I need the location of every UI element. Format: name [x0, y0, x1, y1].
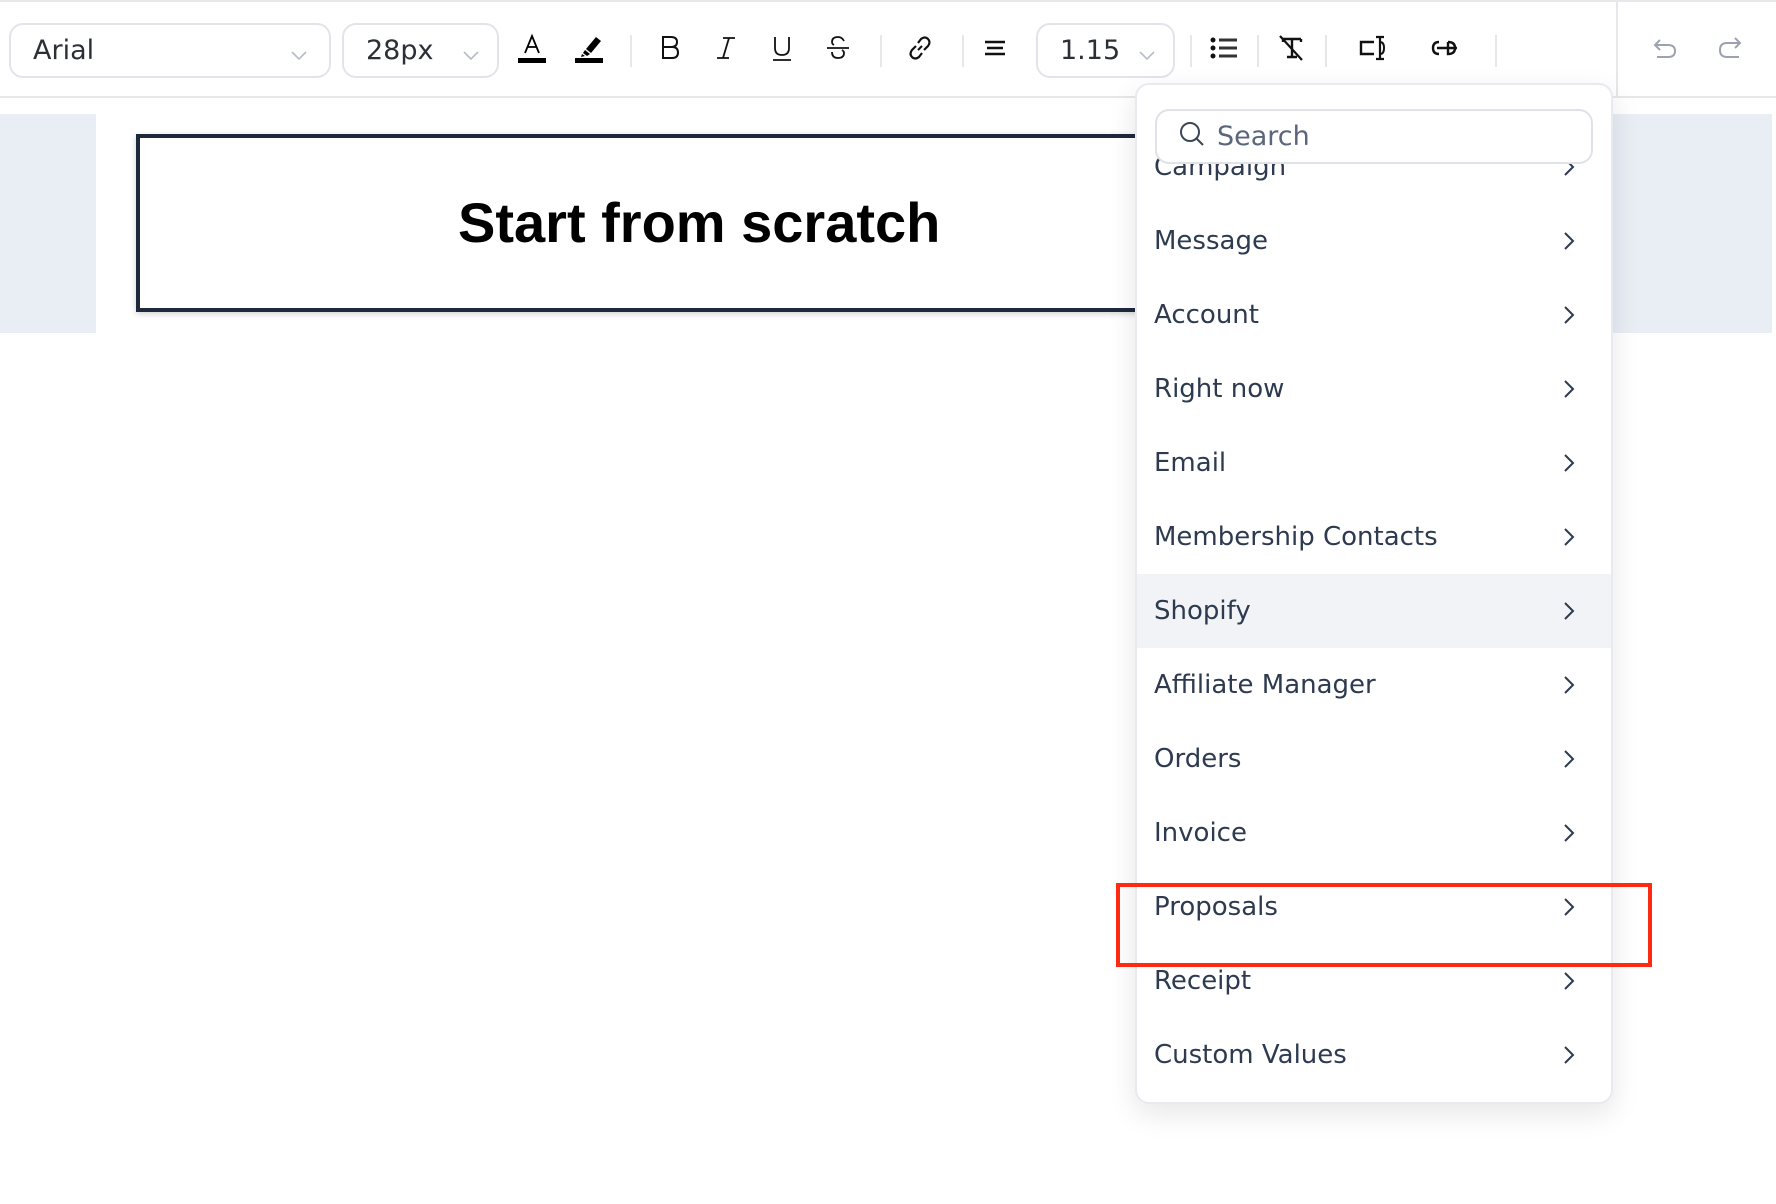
menu-item-label: Shopify: [1154, 596, 1251, 626]
menu-item-email[interactable]: Email: [1137, 426, 1611, 500]
merge-link-button[interactable]: [1422, 28, 1466, 72]
undo-icon: [1648, 31, 1682, 70]
link-icon: [903, 31, 937, 70]
font-family-value: Arial: [33, 35, 95, 66]
canvas-side-area-left: [0, 114, 96, 333]
heading-block[interactable]: Start from scratch: [136, 134, 1236, 312]
font-size-select[interactable]: 28px: [342, 23, 499, 78]
menu-item-label: Message: [1154, 226, 1268, 256]
toolbar-vertical-divider: [1616, 2, 1618, 98]
menu-item-label: Affiliate Manager: [1154, 670, 1376, 700]
underline-button[interactable]: [760, 28, 804, 72]
bold-button[interactable]: [648, 28, 692, 72]
search-input[interactable]: [1217, 121, 1577, 152]
dropdown-menu-list: Campaign Message Account Right now Email Memb…: [1137, 143, 1611, 1092]
bullet-list-icon: [1207, 31, 1241, 70]
toolbar-separator: [962, 35, 964, 67]
menu-item-label: Email: [1154, 448, 1227, 478]
chevron-down-icon: [1137, 41, 1157, 61]
underline-icon: [765, 31, 799, 70]
align-center-icon: [978, 31, 1012, 70]
line-height-value: 1.15: [1060, 35, 1121, 66]
search-icon: [1177, 119, 1217, 154]
toolbar-separator: [880, 35, 882, 67]
chevron-right-icon: [1555, 375, 1583, 403]
menu-item-message[interactable]: Message: [1137, 204, 1611, 278]
insert-link-button[interactable]: [898, 28, 942, 72]
strikethrough-icon: [821, 31, 855, 70]
link-plus-icon: [1427, 31, 1461, 70]
italic-button[interactable]: [704, 28, 748, 72]
menu-item-label: Membership Contacts: [1154, 522, 1438, 552]
clear-format-button[interactable]: [1269, 28, 1313, 72]
menu-item-shopify[interactable]: Shopify: [1137, 574, 1611, 648]
toolbar-separator: [1257, 35, 1259, 67]
canvas-side-area-right: [1612, 114, 1772, 333]
text-cursor-field-icon: [1356, 31, 1390, 70]
menu-item-label: Invoice: [1154, 818, 1247, 848]
text-color-icon: [515, 31, 549, 70]
menu-item-label: Receipt: [1154, 966, 1252, 996]
strikethrough-button[interactable]: [816, 28, 860, 72]
chevron-right-icon: [1555, 1041, 1583, 1069]
chevron-right-icon: [1555, 449, 1583, 477]
menu-item-custom-values[interactable]: Custom Values: [1137, 1018, 1611, 1092]
redo-icon: [1713, 31, 1747, 70]
clear-format-icon: [1274, 31, 1308, 70]
toolbar-separator: [1495, 35, 1497, 67]
redo-button[interactable]: [1708, 28, 1752, 72]
chevron-right-icon: [1555, 819, 1583, 847]
font-family-select[interactable]: Arial: [9, 23, 331, 78]
toolbar-separator: [630, 35, 632, 67]
chevron-right-icon: [1555, 523, 1583, 551]
chevron-down-icon: [461, 41, 481, 61]
heading-text[interactable]: Start from scratch: [458, 190, 940, 255]
bullet-list-button[interactable]: [1202, 28, 1246, 72]
menu-item-right-now[interactable]: Right now: [1137, 352, 1611, 426]
toolbar-separator: [1325, 35, 1327, 67]
dropdown-search[interactable]: [1155, 109, 1593, 164]
merge-field-dropdown: CampaignMessageAccountRight nowEmailMemb…: [1135, 83, 1613, 1104]
menu-item-label: Custom Values: [1154, 1040, 1347, 1070]
line-height-select[interactable]: 1.15: [1036, 23, 1175, 78]
italic-icon: [709, 31, 743, 70]
chevron-right-icon: [1555, 893, 1583, 921]
chevron-right-icon: [1555, 967, 1583, 995]
highlighter-icon: [572, 31, 606, 70]
chevron-right-icon: [1555, 597, 1583, 625]
menu-item-label: Orders: [1154, 744, 1242, 774]
menu-item-membership-contacts[interactable]: Membership Contacts: [1137, 500, 1611, 574]
chevron-down-icon: [289, 41, 309, 61]
menu-item-orders[interactable]: Orders: [1137, 722, 1611, 796]
menu-item-receipt[interactable]: Receipt: [1137, 944, 1611, 1018]
menu-item-account[interactable]: Account: [1137, 278, 1611, 352]
bold-icon: [653, 31, 687, 70]
highlight-color-button[interactable]: [567, 28, 611, 72]
chevron-right-icon: [1555, 745, 1583, 773]
chevron-right-icon: [1555, 301, 1583, 329]
toolbar-separator: [1190, 35, 1192, 67]
menu-item-invoice[interactable]: Invoice: [1137, 796, 1611, 870]
chevron-right-icon: [1555, 227, 1583, 255]
menu-item-label: Account: [1154, 300, 1259, 330]
custom-field-button[interactable]: [1351, 28, 1395, 72]
menu-item-label: Proposals: [1154, 892, 1278, 922]
undo-button[interactable]: [1643, 28, 1687, 72]
chevron-right-icon: [1555, 671, 1583, 699]
menu-item-label: Right now: [1154, 374, 1285, 404]
menu-item-proposals[interactable]: Proposals: [1137, 870, 1611, 944]
menu-item-affiliate-manager[interactable]: Affiliate Manager: [1137, 648, 1611, 722]
font-size-value: 28px: [366, 35, 434, 66]
text-color-button[interactable]: [510, 28, 554, 72]
align-button[interactable]: [973, 28, 1017, 72]
